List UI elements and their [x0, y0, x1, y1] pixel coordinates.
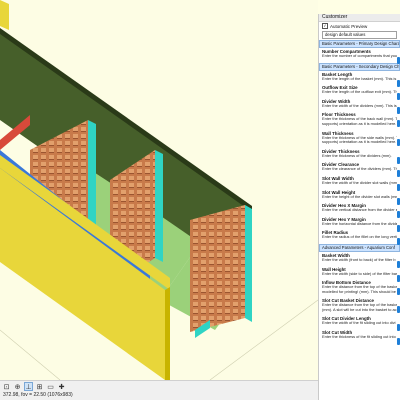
automatic-preview-checkbox[interactable]: ✓: [322, 23, 328, 29]
preset-dropdown[interactable]: design default values: [322, 31, 397, 39]
automatic-preview-row[interactable]: ✓ Automatic Preview: [319, 22, 400, 30]
parameter-description: Enter the horizontal distance from the d…: [322, 221, 397, 226]
parameter-item: Number Compartments Enter the number of c…: [319, 49, 400, 64]
parameter-sections: Basic Parameters - Primary Design Chara N…: [319, 40, 400, 346]
divider-edge: [155, 150, 163, 262]
section-header[interactable]: Advanced Parameters - Aquarium Conf: [319, 243, 400, 252]
parameter-item: Divider Width Enter the width of the divi…: [319, 99, 400, 114]
parameter-description: Enter the vertical distance from the div…: [322, 208, 397, 213]
panel-title: Customizer: [319, 14, 400, 22]
parameter-item: Slot Cut Divider Length Enter the width o…: [319, 316, 400, 332]
section-header[interactable]: Basic Parameters - Secondary Design Ch: [319, 62, 400, 71]
parameter-item: Basket Width Enter the width (front to ba…: [319, 253, 400, 268]
zoom-button[interactable]: ⊕: [13, 382, 22, 391]
parameter-description: (mm). A slot will be cut into the basket…: [322, 307, 397, 312]
parameter-description: Enter the width of the fit sliding cut i…: [322, 321, 396, 326]
parameter-description: Enter the length of the basket (mm). Thi…: [322, 76, 397, 81]
parameter-item: Divider Hex Y Margin Enter the horizontal…: [319, 217, 400, 232]
model-render: [0, 0, 318, 380]
parameter-item: Divider Clearance Enter the clearance of …: [319, 162, 400, 178]
parameter-description: Enter the width of the divider slot wall…: [322, 180, 397, 185]
parameter-item: Wall Height Enter the width (side to side…: [319, 267, 400, 282]
status-bar: 372.98, fov = 22.50 (1076x983): [0, 391, 318, 400]
parameter-item: Divider Thickness Enter the thickness of …: [319, 149, 400, 164]
parameter-description: Enter the length of the outflow exit (mm…: [322, 90, 397, 95]
edges-button[interactable]: ▭: [46, 382, 55, 391]
axes-button[interactable]: ⊥: [24, 381, 33, 391]
view-toolbar: ⊡ ⊕ ⊥ ⊞ ▭ ✚: [0, 380, 318, 391]
parameter-item: Fillet Radius Enter the radius of the fil…: [319, 230, 400, 246]
parameter-description: Enter the clearance of the dividers (mm)…: [322, 167, 397, 172]
parameter-item: Wall Thickness Enter the thickness of the…: [319, 131, 400, 146]
view-all-button[interactable]: ⊡: [2, 382, 11, 391]
parameter-item: Outflow Exit Size Enter the length of the…: [319, 85, 400, 101]
crosshairs-button[interactable]: ✚: [57, 382, 66, 391]
automatic-preview-label: Automatic Preview: [330, 23, 368, 29]
status-text: 372.98, fov = 22.50 (1076x983): [3, 392, 73, 398]
parameter-description: modelled for printing! (mm). This should…: [322, 289, 396, 294]
section-header[interactable]: Basic Parameters - Primary Design Chara: [319, 40, 400, 48]
divider-edge: [245, 205, 252, 322]
parameter-item: Slot Cut Basket Distance Enter the distan…: [319, 298, 400, 314]
parameter-description: Enter the width (front to back) of the f…: [322, 257, 396, 262]
parameter-description: supports) orientation as it is modelled …: [322, 140, 397, 145]
parameter-item: Divider Hex X Margin Enter the vertical d…: [319, 203, 400, 219]
customizer-panel: Customizer ✓ Automatic Preview design de…: [318, 14, 400, 400]
parameter-item: Slot Cut Width Enter the thickness of the…: [319, 330, 400, 346]
scale-button[interactable]: ⊞: [35, 382, 44, 391]
parameter-description: Enter the thickness of the fit sliding c…: [322, 335, 396, 340]
parameter-description: Enter the height of the divider slot wal…: [322, 194, 397, 199]
parameter-description: Enter the radius of the fillet on the lo…: [322, 235, 397, 240]
3d-viewport[interactable]: [0, 0, 318, 380]
parameter-item: Basket Length Enter the length of the bas…: [319, 72, 400, 87]
parameter-item: Slot Wall Height Enter the height of the …: [319, 190, 400, 205]
parameter-item: Slot Wall Width Enter the width of the di…: [319, 176, 400, 191]
parameter-description: Enter the width of the dividers (mm). Th…: [322, 103, 397, 108]
parameter-description: Enter the number of compartments that yo…: [322, 54, 397, 58]
divider-edge: [88, 120, 96, 230]
parameter-description: Enter the thickness of the dividers (mm)…: [322, 153, 392, 158]
axis-line: [0, 329, 61, 380]
parameter-description: supports) orientation as it is modelled …: [322, 121, 397, 126]
outer-wall-side: [0, 0, 9, 30]
outer-wall-end: [165, 287, 170, 380]
parameter-item: Floor Thickness Enter the thickness of th…: [319, 112, 400, 128]
divider: [190, 205, 245, 332]
parameter-description: Enter the width (side to side) of the fi…: [322, 271, 397, 276]
parameter-item: Inflow Bottom Distance Enter the distance…: [319, 280, 400, 296]
